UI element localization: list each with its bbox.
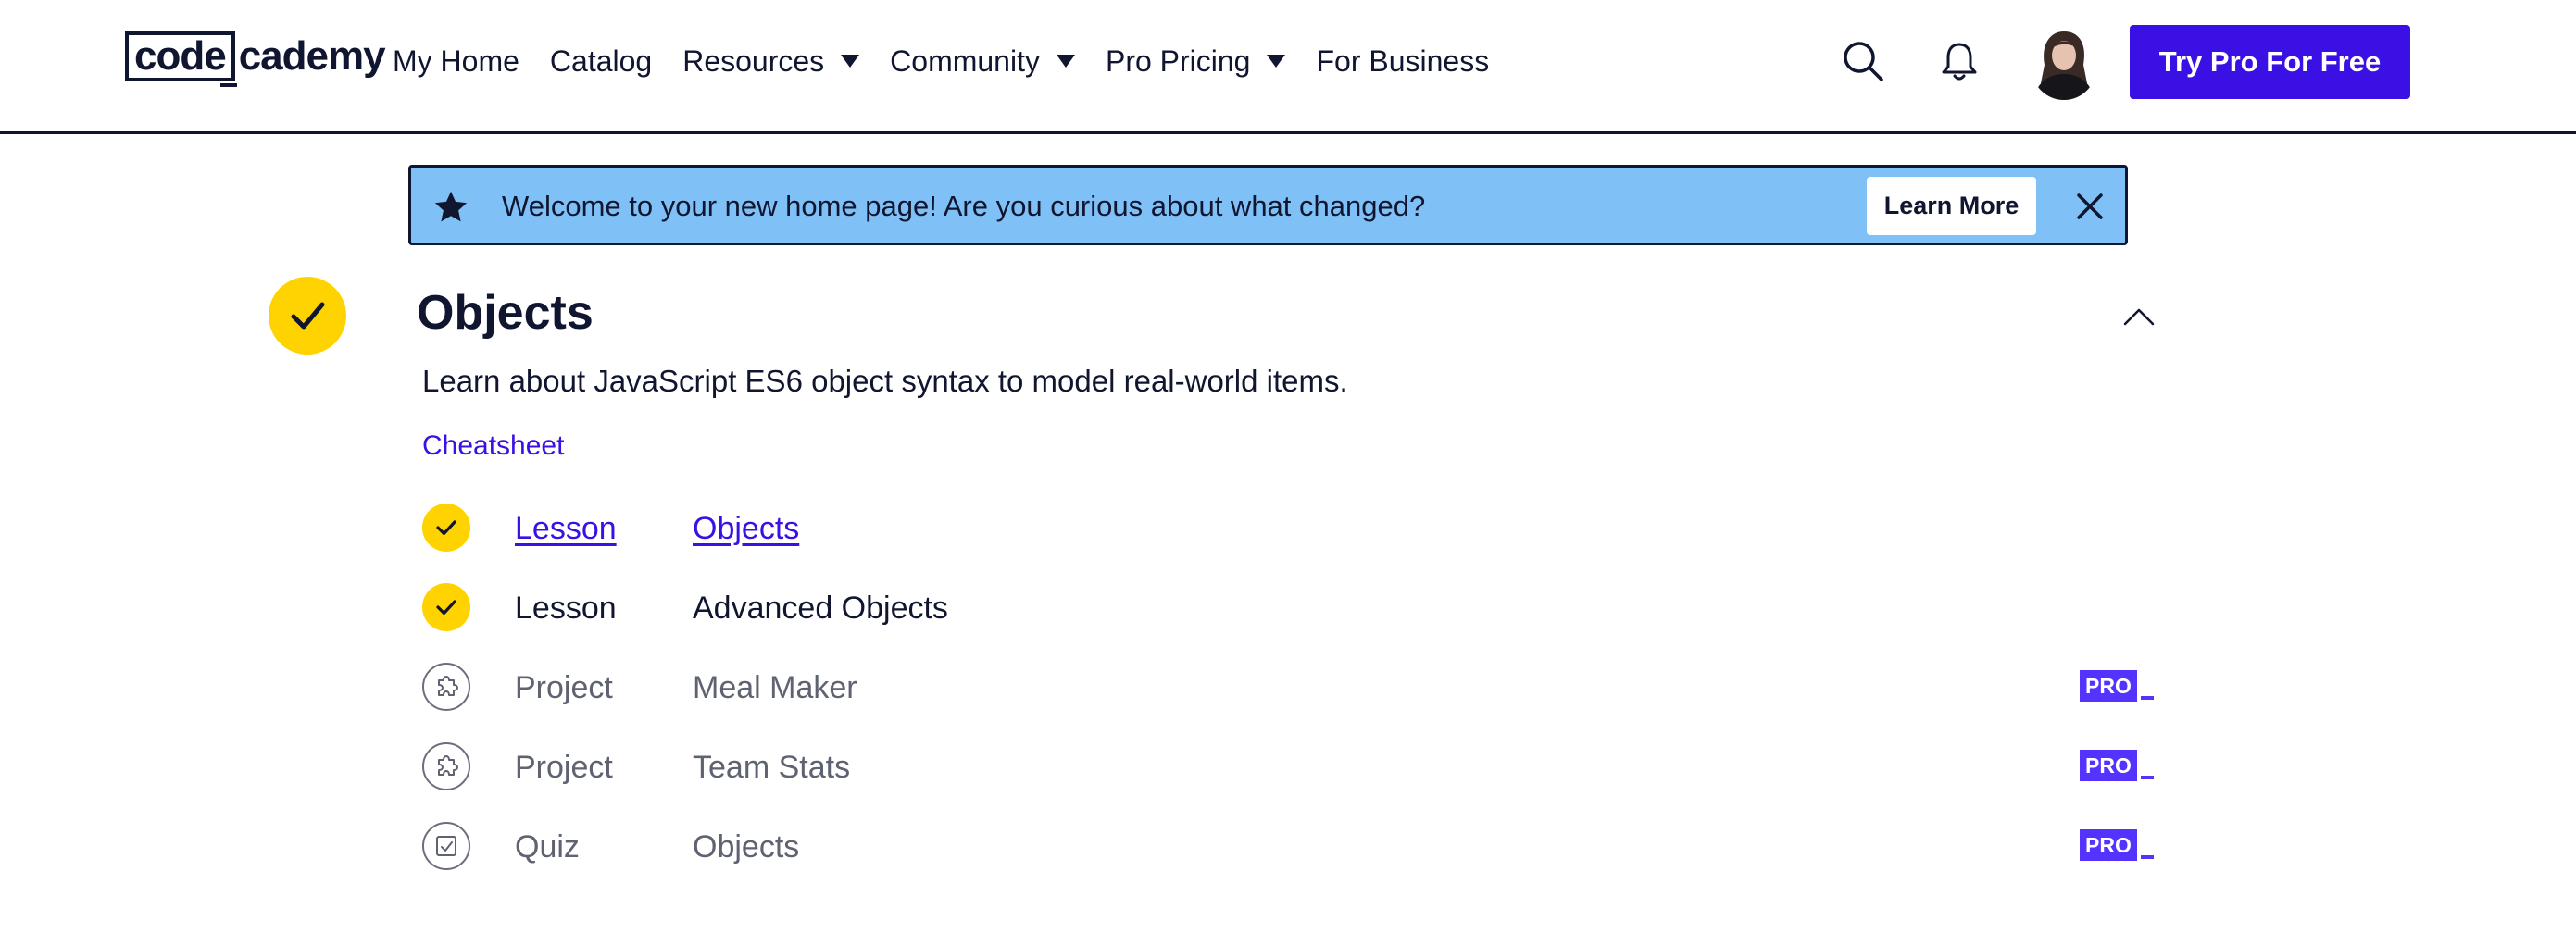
module-complete-badge <box>269 277 346 355</box>
nav-catalog[interactable]: Catalog <box>550 44 652 79</box>
codecademy-logo[interactable]: code cademy <box>125 30 386 87</box>
list-item[interactable]: Project Meal Maker PRO <box>422 663 2154 715</box>
nav-community[interactable]: Community <box>890 44 1075 79</box>
star-icon <box>434 191 468 222</box>
user-avatar-image <box>2032 28 2096 100</box>
puzzle-icon <box>438 676 458 696</box>
pro-badge-cursor <box>2140 776 2154 779</box>
completed-status <box>422 504 470 552</box>
caret-down-icon <box>841 55 860 68</box>
pro-badge: PRO <box>2080 668 2154 702</box>
nav-community-label: Community <box>890 44 1040 78</box>
close-icon[interactable] <box>2075 192 2105 221</box>
checkmark-icon <box>436 520 456 536</box>
avatar[interactable] <box>2032 28 2096 100</box>
main-nav: My Home Catalog Resources Community Pro … <box>393 35 1489 87</box>
nav-for-business[interactable]: For Business <box>1316 44 1489 79</box>
item-name: Team Stats <box>693 750 851 785</box>
quiz-status <box>422 822 470 870</box>
pro-badge-cursor <box>2140 696 2154 700</box>
nav-resources-label: Resources <box>682 44 825 78</box>
item-name-link[interactable]: Objects <box>693 511 799 547</box>
logo-cademy-part: cademy <box>238 33 386 79</box>
nav-catalog-label: Catalog <box>549 44 653 78</box>
puzzle-icon <box>438 755 458 776</box>
nav-my-home-label: My Home <box>393 44 519 78</box>
module-description: Learn about JavaScript ES6 object syntax… <box>422 364 1348 398</box>
caret-down-icon <box>1267 55 1286 68</box>
project-status <box>422 742 470 790</box>
item-type: Lesson <box>515 591 617 626</box>
try-pro-button[interactable]: Try Pro For Free <box>2130 25 2410 99</box>
nav-pro-pricing[interactable]: Pro Pricing <box>1106 44 1286 79</box>
module-title: Objects <box>417 286 594 340</box>
top-nav-bar: code cademy My Home Catalog Resources Com… <box>0 0 2576 134</box>
completed-status <box>422 583 470 631</box>
pro-badge-label: PRO <box>2080 670 2137 702</box>
nav-for-business-label: For Business <box>1316 44 1490 78</box>
search-icon[interactable] <box>1841 39 1885 83</box>
pro-badge-label: PRO <box>2080 750 2137 781</box>
item-name: Objects <box>693 829 800 865</box>
item-name: Meal Maker <box>693 670 857 705</box>
checkmark-icon <box>436 600 456 616</box>
welcome-banner: Welcome to your new home page! Are you c… <box>408 165 2128 245</box>
item-type: Quiz <box>515 829 580 865</box>
list-item[interactable]: Project Team Stats PRO <box>422 742 2154 794</box>
checkmark-icon <box>291 302 325 330</box>
bell-icon[interactable] <box>1937 39 1982 83</box>
quiz-icon <box>436 836 456 856</box>
list-item[interactable]: Quiz Objects PRO <box>422 822 2154 874</box>
list-item[interactable]: Lesson Advanced Objects <box>422 583 2154 635</box>
banner-message: Welcome to your new home page! Are you c… <box>502 190 1426 222</box>
item-type: Project <box>515 750 613 785</box>
nav-pro-pricing-label: Pro Pricing <box>1105 44 1251 78</box>
pro-badge-cursor <box>2140 855 2154 859</box>
item-type: Project <box>515 670 613 705</box>
logo-code-part: code <box>125 31 237 87</box>
item-name: Advanced Objects <box>693 591 948 626</box>
nav-my-home[interactable]: My Home <box>393 44 519 79</box>
learn-more-button[interactable]: Learn More <box>1867 177 2036 235</box>
item-type-link[interactable]: Lesson <box>515 511 617 547</box>
caret-down-icon <box>1056 55 1075 68</box>
project-status <box>422 663 470 711</box>
pro-badge: PRO <box>2080 827 2154 861</box>
pro-badge-label: PRO <box>2080 829 2137 861</box>
chevron-up-icon[interactable] <box>2122 305 2156 328</box>
cheatsheet-link[interactable]: Cheatsheet <box>422 430 564 462</box>
pro-badge: PRO <box>2080 748 2154 781</box>
list-item[interactable]: Lesson Objects <box>422 504 2154 555</box>
nav-resources[interactable]: Resources <box>682 44 860 79</box>
